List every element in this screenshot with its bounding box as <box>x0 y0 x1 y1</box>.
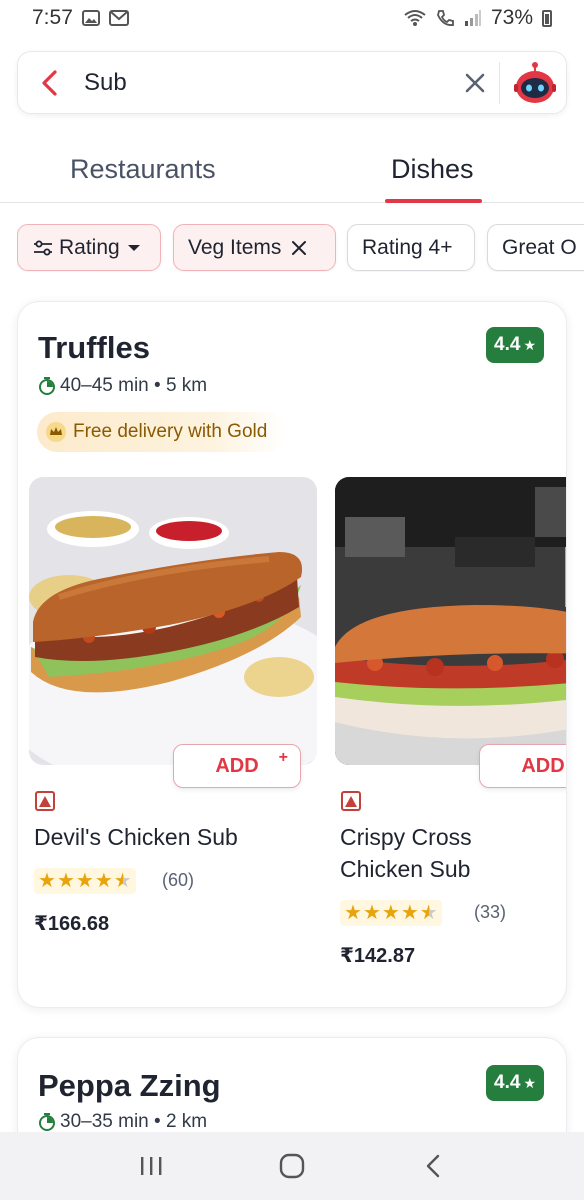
delivery-time-distance: 40–45 min • 5 km <box>60 375 208 396</box>
filter-chip-label: Veg Items <box>188 235 282 259</box>
results-tabs: Restaurants Dishes <box>0 140 584 203</box>
delivery-meta: 30–35 min • 2 km <box>38 1111 207 1133</box>
star-full-icon: ★ <box>94 870 113 892</box>
dish-card[interactable]: ADD Crispy Cross Chicken Sub ★ ★ ★ ★ ★ (… <box>335 477 566 967</box>
tab-dishes[interactable]: Dishes <box>391 154 474 185</box>
battery-percent: 73% <box>490 6 533 29</box>
battery-icon <box>542 9 552 27</box>
filter-chip-great-offers[interactable]: Great O <box>487 224 584 271</box>
sliders-icon <box>34 240 52 255</box>
star-full-icon: ★ <box>38 870 56 892</box>
restaurant-name[interactable]: Peppa Zzing <box>38 1068 221 1104</box>
system-nav-bar <box>0 1132 584 1200</box>
status-left: 7:57 <box>32 6 129 30</box>
filter-chip-veg-items[interactable]: Veg Items <box>173 224 336 271</box>
star-half-icon: ★ <box>113 870 132 892</box>
filter-chip-label: Rating <box>59 235 120 259</box>
star-full-icon: ★ <box>56 870 75 892</box>
home-button[interactable] <box>262 1142 322 1190</box>
tab-restaurants[interactable]: Restaurants <box>70 154 216 185</box>
star-full-icon: ★ <box>344 902 362 924</box>
rating-badge: 4.4 ★ <box>486 327 544 363</box>
restaurant-card[interactable]: Truffles 4.4 ★ 40–45 min • 5 km Free del… <box>17 301 567 1008</box>
star-full-icon: ★ <box>381 902 400 924</box>
status-right: 73% <box>404 6 552 30</box>
search-input[interactable] <box>84 68 464 97</box>
back-button[interactable] <box>403 1142 463 1190</box>
filter-chip-rating-4-plus[interactable]: Rating 4+ <box>347 224 475 271</box>
dish-card[interactable]: ADD + Devil's Chicken Sub ★ ★ ★ ★ ★ (60)… <box>29 477 317 935</box>
review-count: (33) <box>474 902 507 922</box>
status-bar: 7:57 73% <box>0 0 584 36</box>
gold-banner: Free delivery with Gold <box>37 412 288 452</box>
dish-image[interactable] <box>29 477 317 765</box>
home-icon <box>279 1153 305 1179</box>
dish-name[interactable]: Devil's Chicken Sub <box>34 821 254 853</box>
delivery-meta: 40–45 min • 5 km <box>38 375 207 397</box>
non-veg-icon <box>341 791 361 811</box>
rating-value: 4.4 <box>494 1072 521 1093</box>
dish-image[interactable] <box>335 477 566 765</box>
recents-icon <box>140 1157 162 1175</box>
active-tab-indicator <box>385 199 482 203</box>
dish-name[interactable]: Crispy Cross Chicken Sub <box>340 821 560 885</box>
assistant-bot-icon[interactable] <box>512 60 558 106</box>
crown-icon <box>46 422 66 442</box>
search-bar <box>17 51 567 114</box>
timer-icon <box>39 1113 55 1131</box>
gold-banner-text: Free delivery with Gold <box>73 421 268 442</box>
recents-button[interactable] <box>121 1142 181 1190</box>
filter-chip-label: Rating 4+ <box>362 235 453 259</box>
star-full-icon: ★ <box>362 902 381 924</box>
timer-icon <box>39 377 55 395</box>
add-button-label: ADD <box>521 754 565 777</box>
filter-chips: Rating Veg Items Rating 4+ Great O <box>17 224 584 272</box>
star-icon: ★ <box>523 336 536 353</box>
filter-chip-rating[interactable]: Rating <box>17 224 161 271</box>
gmail-icon <box>108 10 129 26</box>
filter-chip-label: Great O <box>502 235 577 259</box>
add-button[interactable]: ADD <box>479 744 566 788</box>
back-nav-icon <box>427 1154 440 1178</box>
signal-icon <box>464 10 481 26</box>
non-veg-icon <box>35 791 55 811</box>
caret-down-icon <box>127 244 140 251</box>
search-divider <box>499 62 500 104</box>
wifi-icon <box>404 10 426 26</box>
star-half-icon: ★ <box>419 902 438 924</box>
star-icon: ★ <box>523 1074 536 1091</box>
dish-star-rating: ★ ★ ★ ★ ★ <box>340 900 442 926</box>
clear-search-icon[interactable] <box>462 70 488 96</box>
restaurant-name[interactable]: Truffles <box>38 330 150 366</box>
review-count: (60) <box>162 870 195 890</box>
star-full-icon: ★ <box>75 870 94 892</box>
dish-price: ₹142.87 <box>340 945 416 967</box>
rating-value: 4.4 <box>494 334 521 355</box>
remove-filter-icon[interactable] <box>291 240 307 256</box>
gallery-icon <box>81 10 100 26</box>
wifi-call-icon <box>437 10 454 26</box>
delivery-time-distance: 30–35 min • 2 km <box>60 1111 208 1132</box>
rating-badge: 4.4 ★ <box>486 1065 544 1101</box>
plus-icon: + <box>278 749 288 766</box>
dish-star-rating: ★ ★ ★ ★ ★ <box>34 868 136 894</box>
dish-price: ₹166.68 <box>34 913 110 935</box>
status-time: 7:57 <box>32 6 73 29</box>
star-full-icon: ★ <box>400 902 419 924</box>
add-button[interactable]: ADD + <box>173 744 301 788</box>
back-arrow-icon[interactable] <box>18 52 80 114</box>
add-button-label: ADD <box>215 754 259 777</box>
